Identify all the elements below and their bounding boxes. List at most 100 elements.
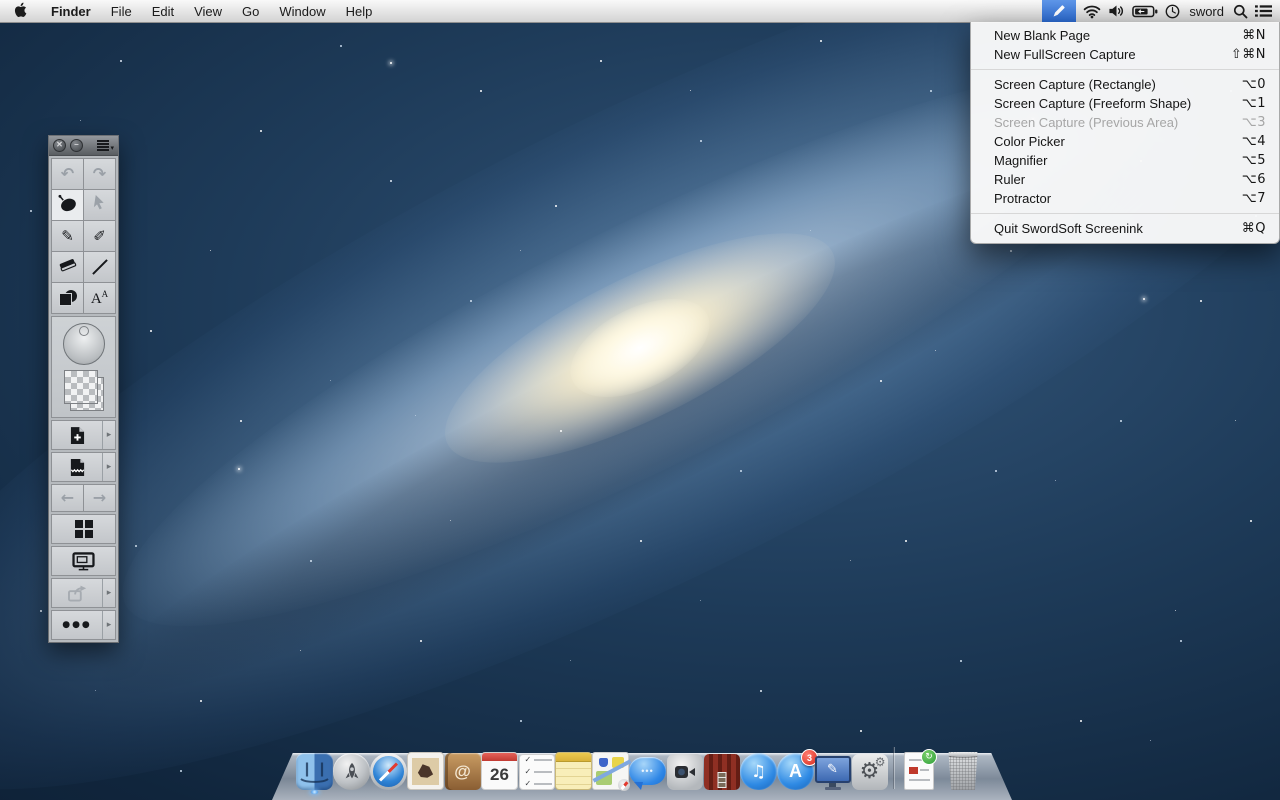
screenink-menu-extra[interactable]: [1042, 0, 1076, 22]
dock-document[interactable]: ↻: [898, 748, 940, 790]
document-icon: ↻: [904, 752, 934, 790]
close-button[interactable]: ✕: [53, 139, 66, 152]
bright-star: [238, 468, 240, 470]
reminders-icon: ✓ ✓ ✓: [519, 754, 555, 790]
mouse-tool-button[interactable]: [52, 190, 83, 220]
calendar-header: [482, 753, 517, 761]
transparency-swatches[interactable]: [64, 370, 104, 412]
wifi-icon: [1083, 4, 1101, 19]
text-tool-button[interactable]: AA: [84, 283, 115, 313]
menubar: Finder File Edit View Go Window Help: [0, 0, 1280, 23]
finder-icon: [296, 753, 333, 790]
volume-menu-extra[interactable]: [1108, 0, 1125, 22]
color-knob[interactable]: [63, 323, 105, 365]
time-machine-menu-extra[interactable]: [1165, 0, 1180, 22]
menu-window[interactable]: Window: [269, 4, 335, 19]
redo-button[interactable]: ↷: [84, 159, 115, 189]
next-page-button[interactable]: →: [84, 485, 115, 511]
shapes-tool-button[interactable]: [52, 283, 83, 313]
new-page-button[interactable]: ▸: [51, 420, 116, 450]
redo-icon: ↷: [93, 166, 106, 182]
dock-photo-booth[interactable]: [703, 748, 740, 790]
dock-finder[interactable]: [296, 748, 333, 790]
dock-system-preferences[interactable]: ⚙ ⚙: [851, 748, 888, 790]
menu-file[interactable]: File: [101, 4, 142, 19]
wifi-menu-extra[interactable]: [1083, 0, 1101, 22]
dock-notes[interactable]: [555, 748, 592, 790]
menu-item-color-picker[interactable]: Color Picker ⌥4: [971, 132, 1279, 151]
line-tool-button[interactable]: [84, 252, 115, 282]
dock-app-store[interactable]: A 3: [777, 748, 814, 790]
menu-item-new-fullscreen-capture[interactable]: New FullScreen Capture ⇧⌘N: [971, 45, 1279, 64]
menu-edit[interactable]: Edit: [142, 4, 184, 19]
tool-palette: ✕ – ▾ ↶ ↷: [48, 135, 119, 643]
menu-go[interactable]: Go: [232, 4, 269, 19]
menu-item-capture-rectangle[interactable]: Screen Capture (Rectangle) ⌥0: [971, 75, 1279, 94]
marker-tool-button[interactable]: ✐: [84, 221, 115, 251]
menu-item-capture-freeform[interactable]: Screen Capture (Freeform Shape) ⌥1: [971, 94, 1279, 113]
menu-help[interactable]: Help: [336, 4, 383, 19]
undo-button[interactable]: ↶: [52, 159, 83, 189]
dock-itunes[interactable]: ♫: [740, 748, 777, 790]
spotlight-menu-extra[interactable]: [1233, 0, 1248, 22]
user-switch-menu[interactable]: sword: [1187, 0, 1226, 22]
dock-messages[interactable]: •••: [629, 748, 666, 790]
bright-star: [1143, 298, 1145, 300]
caret-down-icon: ▾: [110, 144, 114, 152]
submenu-arrow-icon[interactable]: ▸: [102, 453, 115, 481]
menu-view[interactable]: View: [184, 4, 232, 19]
new-page-icon: [52, 421, 102, 449]
foreground-swatch[interactable]: [64, 370, 98, 404]
line-icon: [92, 259, 108, 275]
submenu-arrow-icon[interactable]: ▸: [102, 421, 115, 449]
dock-contacts[interactable]: @: [444, 748, 481, 790]
battery-menu-extra[interactable]: [1132, 0, 1158, 22]
submenu-arrow-icon[interactable]: ▸: [102, 611, 115, 639]
dock-launchpad[interactable]: [333, 748, 370, 790]
dock-facetime[interactable]: [666, 748, 703, 790]
capture-page-button[interactable]: ▸: [51, 452, 116, 482]
bright-star: [390, 62, 392, 64]
marker-icon: ✐: [93, 229, 106, 244]
share-button[interactable]: ▸: [51, 578, 116, 608]
menu-item-protractor[interactable]: Protractor ⌥7: [971, 189, 1279, 208]
maps-icon: [592, 752, 629, 790]
menu-item-magnifier[interactable]: Magnifier ⌥5: [971, 151, 1279, 170]
notification-center-menu-extra[interactable]: [1255, 0, 1272, 22]
list-icon: [1255, 4, 1272, 18]
palette-titlebar[interactable]: ✕ – ▾: [49, 136, 118, 156]
menu-item-ruler[interactable]: Ruler ⌥6: [971, 170, 1279, 189]
dock-screenink[interactable]: ✎: [814, 748, 851, 790]
fullscreen-button[interactable]: [51, 546, 116, 576]
messages-icon: •••: [629, 757, 666, 787]
previous-page-button[interactable]: ←: [52, 485, 83, 511]
apple-menu[interactable]: [0, 0, 41, 22]
menu-item-capture-previous-area: Screen Capture (Previous Area) ⌥3: [971, 113, 1279, 132]
dock-safari[interactable]: [370, 748, 407, 790]
dock-maps[interactable]: [592, 748, 629, 790]
menu-item-quit-screenink[interactable]: Quit SwordSoft Screenink ⌘Q: [971, 219, 1279, 238]
monitor-icon: [52, 547, 115, 575]
submenu-arrow-icon[interactable]: ▸: [102, 579, 115, 607]
eraser-tool-button[interactable]: [52, 252, 83, 282]
dock-reminders[interactable]: ✓ ✓ ✓: [518, 748, 555, 790]
menu-item-new-blank-page[interactable]: New Blank Page ⌘N: [971, 26, 1279, 45]
palette-color-panel: [51, 316, 116, 418]
clock-icon: [1165, 4, 1180, 19]
more-options-button[interactable]: ●●● ▸: [51, 610, 116, 640]
arrow-right-icon: →: [93, 490, 106, 506]
screenink-icon: ✎: [815, 756, 851, 790]
select-tool-button[interactable]: [84, 190, 115, 220]
pencil-tool-button[interactable]: ✎: [52, 221, 83, 251]
active-app-menu[interactable]: Finder: [41, 4, 101, 19]
ellipsis-icon: ●●●: [52, 611, 102, 639]
dock-calendar[interactable]: 26: [481, 748, 518, 790]
pages-overview-button[interactable]: [51, 514, 116, 544]
palette-menu-button[interactable]: ▾: [97, 139, 114, 152]
dock-trash[interactable]: [940, 748, 986, 790]
minimize-button[interactable]: –: [70, 139, 83, 152]
calendar-icon: 26: [481, 752, 518, 790]
notes-icon: [555, 752, 592, 790]
dock-mail[interactable]: [407, 748, 444, 790]
arrow-left-icon: ←: [61, 490, 74, 506]
